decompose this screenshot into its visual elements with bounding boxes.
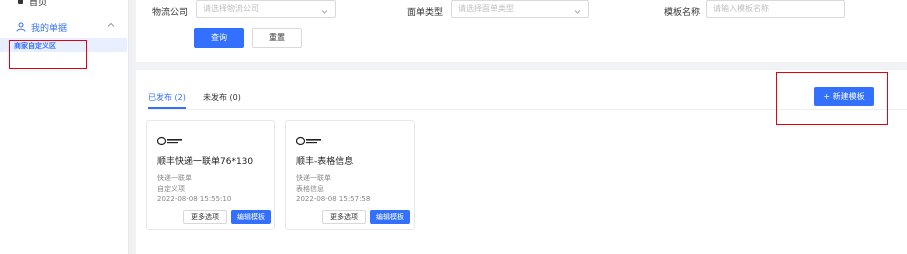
template-title: 顺丰快递一联单76*130 bbox=[157, 157, 254, 167]
tab-published[interactable]: 已发布 (2) bbox=[148, 92, 186, 103]
template-name-input-placeholder: 请输入模板名称 bbox=[713, 4, 769, 13]
form-type-select-placeholder: 请选择面单类型 bbox=[458, 4, 514, 13]
template-type: 快递一联单 bbox=[296, 174, 331, 182]
template-name-label: 模板名称 bbox=[664, 8, 701, 18]
template-name-input[interactable]: 请输入模板名称 bbox=[706, 0, 845, 18]
annotation-highlight-box bbox=[776, 72, 888, 125]
query-button[interactable]: 查询 bbox=[194, 28, 244, 48]
sidebar-item-my-orders-label: 我的单据 bbox=[31, 23, 68, 34]
template-card[interactable]: 顺丰快递一联单76*130 快递一联单 自定义项 2022-08-08 15:5… bbox=[146, 120, 275, 230]
more-options-button[interactable]: 更多选项 bbox=[183, 210, 227, 224]
more-options-button[interactable]: 更多选项 bbox=[322, 210, 366, 224]
tab-unpublished[interactable]: 未发布 (0) bbox=[203, 92, 241, 103]
more-options-button-label: 更多选项 bbox=[191, 213, 219, 221]
carrier-select-placeholder: 请选择物流公司 bbox=[203, 4, 259, 13]
edit-template-button-label: 编辑模板 bbox=[237, 213, 265, 221]
reset-button[interactable]: 重置 bbox=[252, 28, 302, 48]
user-icon bbox=[16, 22, 26, 32]
template-title: 顺丰-表格信息 bbox=[296, 157, 354, 167]
edit-template-button[interactable]: 编辑模板 bbox=[231, 210, 271, 224]
home-icon bbox=[18, 0, 23, 4]
template-description: 自定义项 bbox=[157, 185, 185, 193]
more-options-button-label: 更多选项 bbox=[330, 213, 358, 221]
chevron-down-icon bbox=[321, 5, 328, 14]
template-card[interactable]: 顺丰-表格信息 快递一联单 表格信息 2022-08-08 15:57:58 更… bbox=[285, 120, 415, 230]
chevron-down-icon bbox=[574, 5, 581, 14]
annotation-highlight-box bbox=[9, 40, 87, 69]
template-type: 快递一联单 bbox=[157, 174, 192, 182]
edit-template-button[interactable]: 编辑模板 bbox=[370, 210, 410, 224]
carrier-select[interactable]: 请选择物流公司 bbox=[196, 0, 336, 18]
reset-button-label: 重置 bbox=[269, 33, 285, 42]
template-description: 表格信息 bbox=[296, 185, 324, 193]
chevron-up-icon bbox=[107, 21, 115, 29]
sidebar-item-my-orders[interactable]: 我的单据 bbox=[0, 16, 127, 38]
sidebar-item-home[interactable]: 首页 bbox=[18, 0, 47, 8]
form-type-select[interactable]: 请选择面单类型 bbox=[451, 0, 589, 18]
sf-express-logo-icon bbox=[156, 131, 183, 146]
query-button-label: 查询 bbox=[211, 33, 227, 42]
carrier-label: 物流公司 bbox=[152, 8, 189, 18]
sidebar: 首页 我的单据 商家自定义区 bbox=[0, 0, 129, 254]
edit-template-button-label: 编辑模板 bbox=[376, 213, 404, 221]
form-type-label: 面单类型 bbox=[407, 8, 444, 18]
sf-express-logo-icon bbox=[295, 131, 322, 146]
template-date: 2022-08-08 15:57:58 bbox=[296, 195, 371, 203]
sidebar-item-home-label: 首页 bbox=[29, 0, 48, 8]
template-date: 2022-08-08 15:55:10 bbox=[157, 195, 232, 203]
filter-panel: 物流公司 请选择物流公司 面单类型 请选择面单类型 模板名称 请输入模板名称 查… bbox=[136, 0, 907, 62]
